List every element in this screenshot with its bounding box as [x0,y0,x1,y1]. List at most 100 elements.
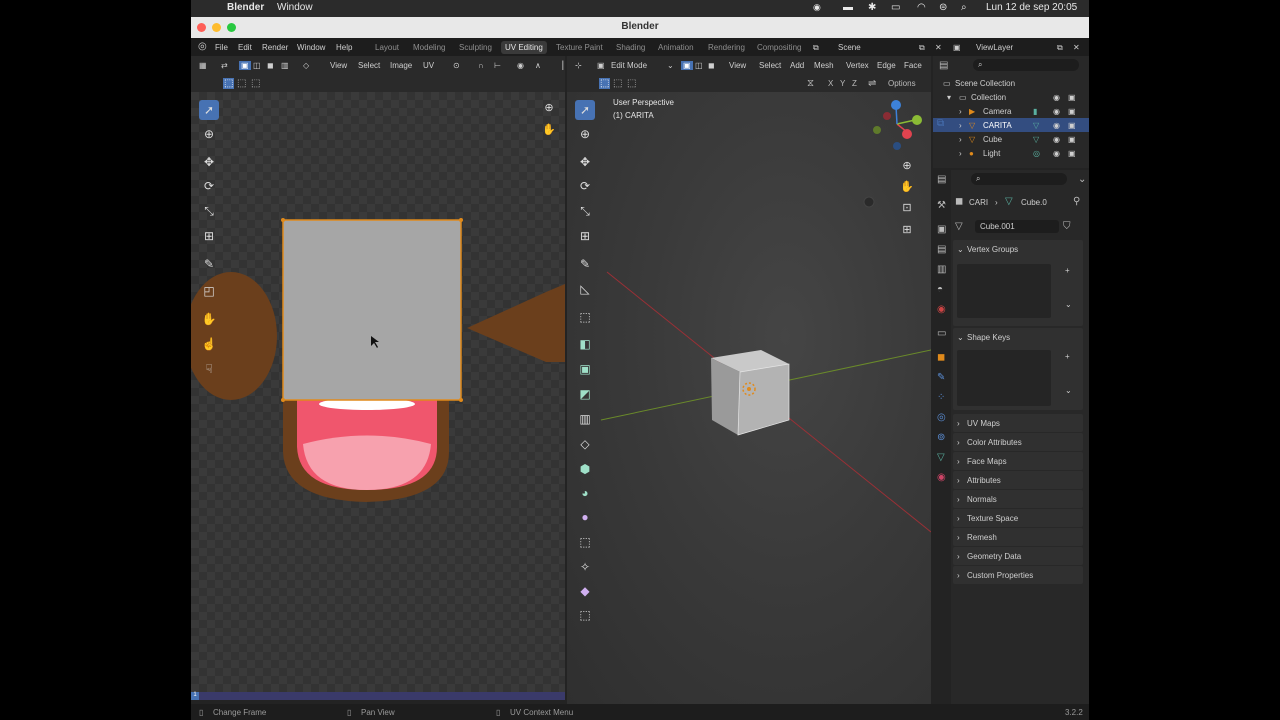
mesh-datablock-icon[interactable]: ▽ [955,221,963,232]
world-tab-icon[interactable]: ◉ [937,304,946,315]
physics-tab-icon[interactable]: ◎ [937,412,946,423]
uv-vertex[interactable] [281,218,285,222]
custom-properties-panel[interactable]: › Custom Properties [953,566,1083,584]
vertex-select-icon[interactable]: ▣ [239,61,251,70]
properties-search-input[interactable]: ⌕ [971,173,1067,185]
scene-selector[interactable]: Scene [838,43,861,52]
viewport-3d[interactable]: User Perspective (1) CARITA ➚ ⊕ ✥ ⟳ ⤡ ⊞ … [567,92,931,704]
uv-vertex[interactable] [281,398,285,402]
vp-smooth-tool[interactable]: ● [575,507,595,527]
vp-shrink-tool[interactable]: ✧ [575,557,595,577]
menu-help[interactable]: Help [336,43,352,52]
vp-move-tool[interactable]: ✥ [575,152,595,172]
viewlayer-close-icon[interactable]: ✕ [1073,43,1080,52]
scene-tab-icon[interactable]: ◓ [937,284,943,295]
outliner-collection[interactable]: ▾ ▭ Collection ◉ ▣ [933,90,1089,104]
particles-tab-icon[interactable]: ⁘ [937,392,945,403]
falloff-icon[interactable]: ∧ [535,61,541,70]
viewport-menu-vertex[interactable]: Vertex [846,61,869,70]
vp-rip-tool[interactable]: ⬚ [575,605,595,625]
tab-rendering[interactable]: Rendering [708,43,745,52]
airplay-icon[interactable]: ▭ [891,2,900,13]
macos-window-menu[interactable]: Window [277,2,313,13]
vp-cursor-tool[interactable]: ⊕ [575,124,595,144]
material-tab-icon[interactable]: ◉ [937,472,946,483]
output-tab-icon[interactable]: ▤ [937,244,946,255]
vp-spin-tool[interactable]: ◕ [575,483,595,503]
pan-hand-icon[interactable]: ✋ [539,120,559,140]
collapse-icon[interactable]: ⌄ [957,333,964,342]
mirror-x[interactable]: X [828,79,833,88]
vp-measure-tool[interactable]: ◺ [575,279,595,299]
vp-scale-tool[interactable]: ⤡ [575,201,595,221]
edge-select-icon[interactable]: ◫ [253,61,261,70]
vp-bevel-tool[interactable]: ◩ [575,384,595,404]
uv-vertex[interactable] [459,398,463,402]
macos-app-name[interactable]: Blender [227,2,264,13]
list-menu-icon[interactable]: ⌄ [1065,386,1072,395]
camera-restrict-icon[interactable]: ▣ [1068,121,1076,130]
select-mode-subtract-icon[interactable]: ⬚ [251,78,260,89]
uv-vertex[interactable] [459,218,463,222]
menu-edit[interactable]: Edit [238,43,252,52]
eye-icon[interactable]: ◉ [1053,149,1060,158]
viewlayer-selector[interactable]: ViewLayer [976,43,1013,52]
uv-menu-uv[interactable]: UV [423,61,434,70]
bluetooth-icon[interactable]: ✱ [868,2,876,13]
blender-logo-icon[interactable]: ◎ [198,41,207,52]
tab-compositing[interactable]: Compositing [757,43,801,52]
vp-edge-slide-tool[interactable]: ⬚ [575,532,595,552]
vp-select-new-icon[interactable]: ⬚ [599,78,611,89]
wifi-icon[interactable]: ◠ [917,2,926,13]
menu-file[interactable]: File [215,43,228,52]
tab-sculpting[interactable]: Sculpting [459,43,492,52]
vp-inset-tool[interactable]: ▣ [575,359,595,379]
vp-shear-tool[interactable]: ◆ [575,581,595,601]
mode-selector[interactable]: Edit Mode [611,61,647,70]
uv-maps-panel[interactable]: › UV Maps [953,414,1083,432]
vertex-groups-list[interactable] [957,264,1051,318]
eye-icon[interactable]: ◉ [1053,93,1060,102]
outliner-item-cube[interactable]: › ▽ Cube ▽ ◉ ▣ [933,132,1089,146]
vp-rotate-tool[interactable]: ⟳ [575,176,595,196]
eye-icon[interactable]: ◉ [1053,135,1060,144]
render-tab-icon[interactable]: ▣ [937,224,946,235]
mode-dropdown-icon[interactable]: ⌄ [667,61,674,70]
viewport-menu-select[interactable]: Select [759,61,781,70]
viewport-menu-add[interactable]: Add [790,61,804,70]
vp-select-extend-icon[interactable]: ⬚ [613,78,622,89]
outliner-item-camera[interactable]: › ▶ Camera ▮ ◉ ▣ [933,104,1089,118]
scene-icon[interactable]: ⧉ [813,43,819,53]
vp-grid-icon[interactable]: ⊞ [897,220,917,240]
uv-face-square[interactable] [282,219,462,401]
vp-pan-icon[interactable]: ✋ [897,177,917,197]
snap-icon[interactable]: ∩ [478,61,484,70]
mesh-data-tab-icon[interactable]: ▽ [937,452,945,463]
vp-camera-icon[interactable]: ⊡ [897,198,917,218]
modifier-tab-icon[interactable]: ✎ [937,372,945,383]
constraints-tab-icon[interactable]: ⊚ [937,432,945,443]
collection-tab-icon[interactable]: ▭ [937,328,946,339]
datetime[interactable]: Lun 12 de sep 20:05 [986,2,1077,13]
outliner-filter-icon[interactable]: ⧉ [937,118,944,129]
face-maps-panel[interactable]: › Face Maps [953,452,1083,470]
tab-uv-editing[interactable]: UV Editing [501,41,547,54]
sticky-select-icon[interactable]: ◇ [303,61,309,70]
camera-restrict-icon[interactable]: ▣ [1068,135,1076,144]
tab-animation[interactable]: Animation [658,43,694,52]
camera-restrict-icon[interactable]: ▣ [1068,93,1076,102]
edge-mode-icon[interactable]: ◫ [695,61,703,70]
fake-user-icon[interactable]: ⛉ [1063,221,1071,232]
outliner-scene-collection[interactable]: ▭ Scene Collection [933,76,1089,90]
vp-annotate-tool[interactable]: ✎ [575,254,595,274]
add-icon[interactable]: + [1065,352,1070,361]
vp-select-box-tool[interactable]: ➚ [575,100,595,120]
search-icon[interactable]: ⌕ [961,2,967,13]
island-select-icon[interactable]: ▥ [281,61,289,70]
menu-render[interactable]: Render [262,43,288,52]
vertex-groups-label[interactable]: Vertex Groups [967,245,1018,254]
grab-tool[interactable]: ✋ [199,309,219,329]
flag-icon[interactable]: ▬ [843,2,853,13]
vp-select-subtract-icon[interactable]: ⬚ [627,78,636,89]
face-mode-icon[interactable]: ◼ [708,61,715,70]
